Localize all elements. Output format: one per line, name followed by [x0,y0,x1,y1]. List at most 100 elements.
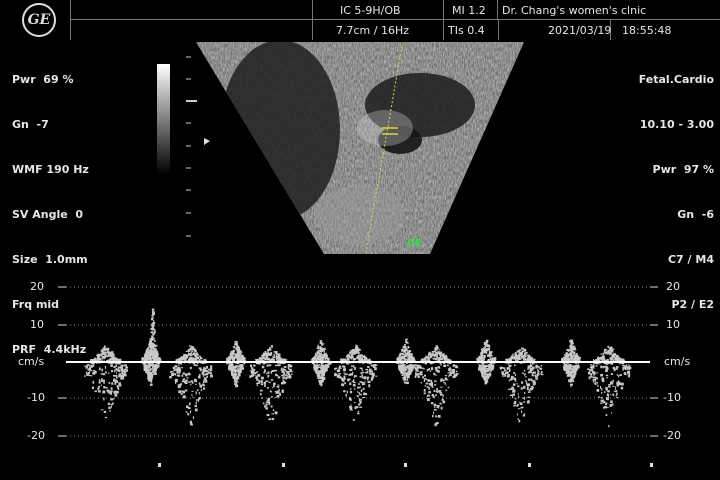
doppler-speckle [426,386,429,388]
doppler-speckle [337,371,339,373]
doppler-speckle [269,390,271,393]
doppler-speckle [103,410,107,413]
doppler-speckle [253,368,256,372]
doppler-speckle [612,385,615,387]
doppler-speckle [541,373,544,376]
doppler-speckle [116,369,120,372]
doppler-speckle [89,364,91,368]
doppler-speckle [505,360,509,362]
doppler-speckle [605,387,608,390]
doppler-speckle [191,394,193,396]
doppler-speckle [484,345,486,348]
doppler-speckle [434,405,436,409]
doppler-speckle [601,357,605,360]
doppler-speckle [517,355,521,358]
doppler-speckle [590,373,592,375]
doppler-speckle [358,403,360,406]
doppler-speckle [533,358,536,360]
doppler-speckle [98,379,101,382]
doppler-speckle [531,374,535,377]
doppler-speckle [275,351,277,354]
doppler-speckle [444,382,446,385]
doppler-speckle [288,375,292,379]
doppler-speckle [518,419,521,423]
doppler-speckle [563,354,565,356]
doppler-speckle [592,374,596,376]
doppler-speckle [149,383,153,386]
doppler-speckle [506,374,510,378]
doppler-speckle [403,373,407,375]
doppler-speckle [444,356,448,358]
doppler-speckle [628,371,630,374]
doppler-speckle [256,371,259,373]
doppler-speckle [282,379,285,381]
doppler-speckle [151,379,152,381]
doppler-speckle [234,376,237,379]
doppler-speckle [365,371,369,374]
doppler-speckle [349,390,353,394]
doppler-speckle [261,359,265,361]
doppler-speckle [233,372,236,376]
doppler-speckle [282,373,286,376]
doppler-speckle [275,364,278,367]
doppler-speckle [177,374,181,377]
doppler-speckle [599,357,601,360]
doppler-speckle [618,375,620,378]
doppler-speckle [149,349,151,352]
doppler-speckle [491,357,495,359]
doppler-speckle [324,358,326,360]
doppler-speckle [193,352,196,355]
doppler-speckle [190,349,191,351]
doppler-speckle [110,398,113,401]
doppler-speckle [210,372,212,375]
doppler-speckle [442,400,446,404]
doppler-speckle [524,357,527,361]
doppler-speckle [601,388,603,391]
doppler-speckle [182,378,185,381]
doppler-speckle [182,372,185,375]
doppler-speckle [432,411,435,414]
doppler-speckle [444,377,447,380]
doppler-speckle [483,351,485,354]
doppler-speckle [154,368,158,371]
doppler-speckle [367,366,370,368]
doppler-speckle [485,339,489,342]
doppler-speckle [453,374,456,378]
doppler-speckle [202,374,204,377]
doppler-speckle [517,385,520,388]
doppler-speckle [155,366,158,368]
doppler-speckle [194,359,196,361]
doppler-speckle [523,369,526,372]
doppler-speckle [203,377,205,379]
doppler-speckle [409,370,411,373]
doppler-speckle [373,373,375,377]
doppler-speckle [490,354,492,357]
doppler-speckle [406,376,408,379]
doppler-speckle [597,384,599,387]
doppler-speckle [94,390,98,393]
doppler-speckle [594,379,596,382]
doppler-speckle [514,352,517,355]
doppler-speckle [523,385,526,388]
doppler-speckle [253,373,256,375]
doppler-speckle [354,406,357,410]
doppler-speckle [481,367,484,370]
doppler-speckle [88,374,90,376]
doppler-speckle [350,350,354,352]
doppler-speckle [346,390,348,394]
doppler-speckle [521,347,524,350]
doppler-speckle [524,373,526,375]
doppler-speckle [313,366,316,369]
doppler-speckle [151,343,154,345]
doppler-speckle [116,385,119,388]
doppler-speckle [352,371,354,375]
doppler-speckle [260,380,263,383]
doppler-speckle [368,384,371,388]
doppler-speckle [508,364,512,367]
doppler-speckle [533,371,536,374]
doppler-speckle [405,352,408,355]
doppler-speckle [510,375,513,379]
doppler-speckle [518,350,520,352]
doppler-speckle [436,388,438,391]
doppler-speckle [600,397,603,399]
